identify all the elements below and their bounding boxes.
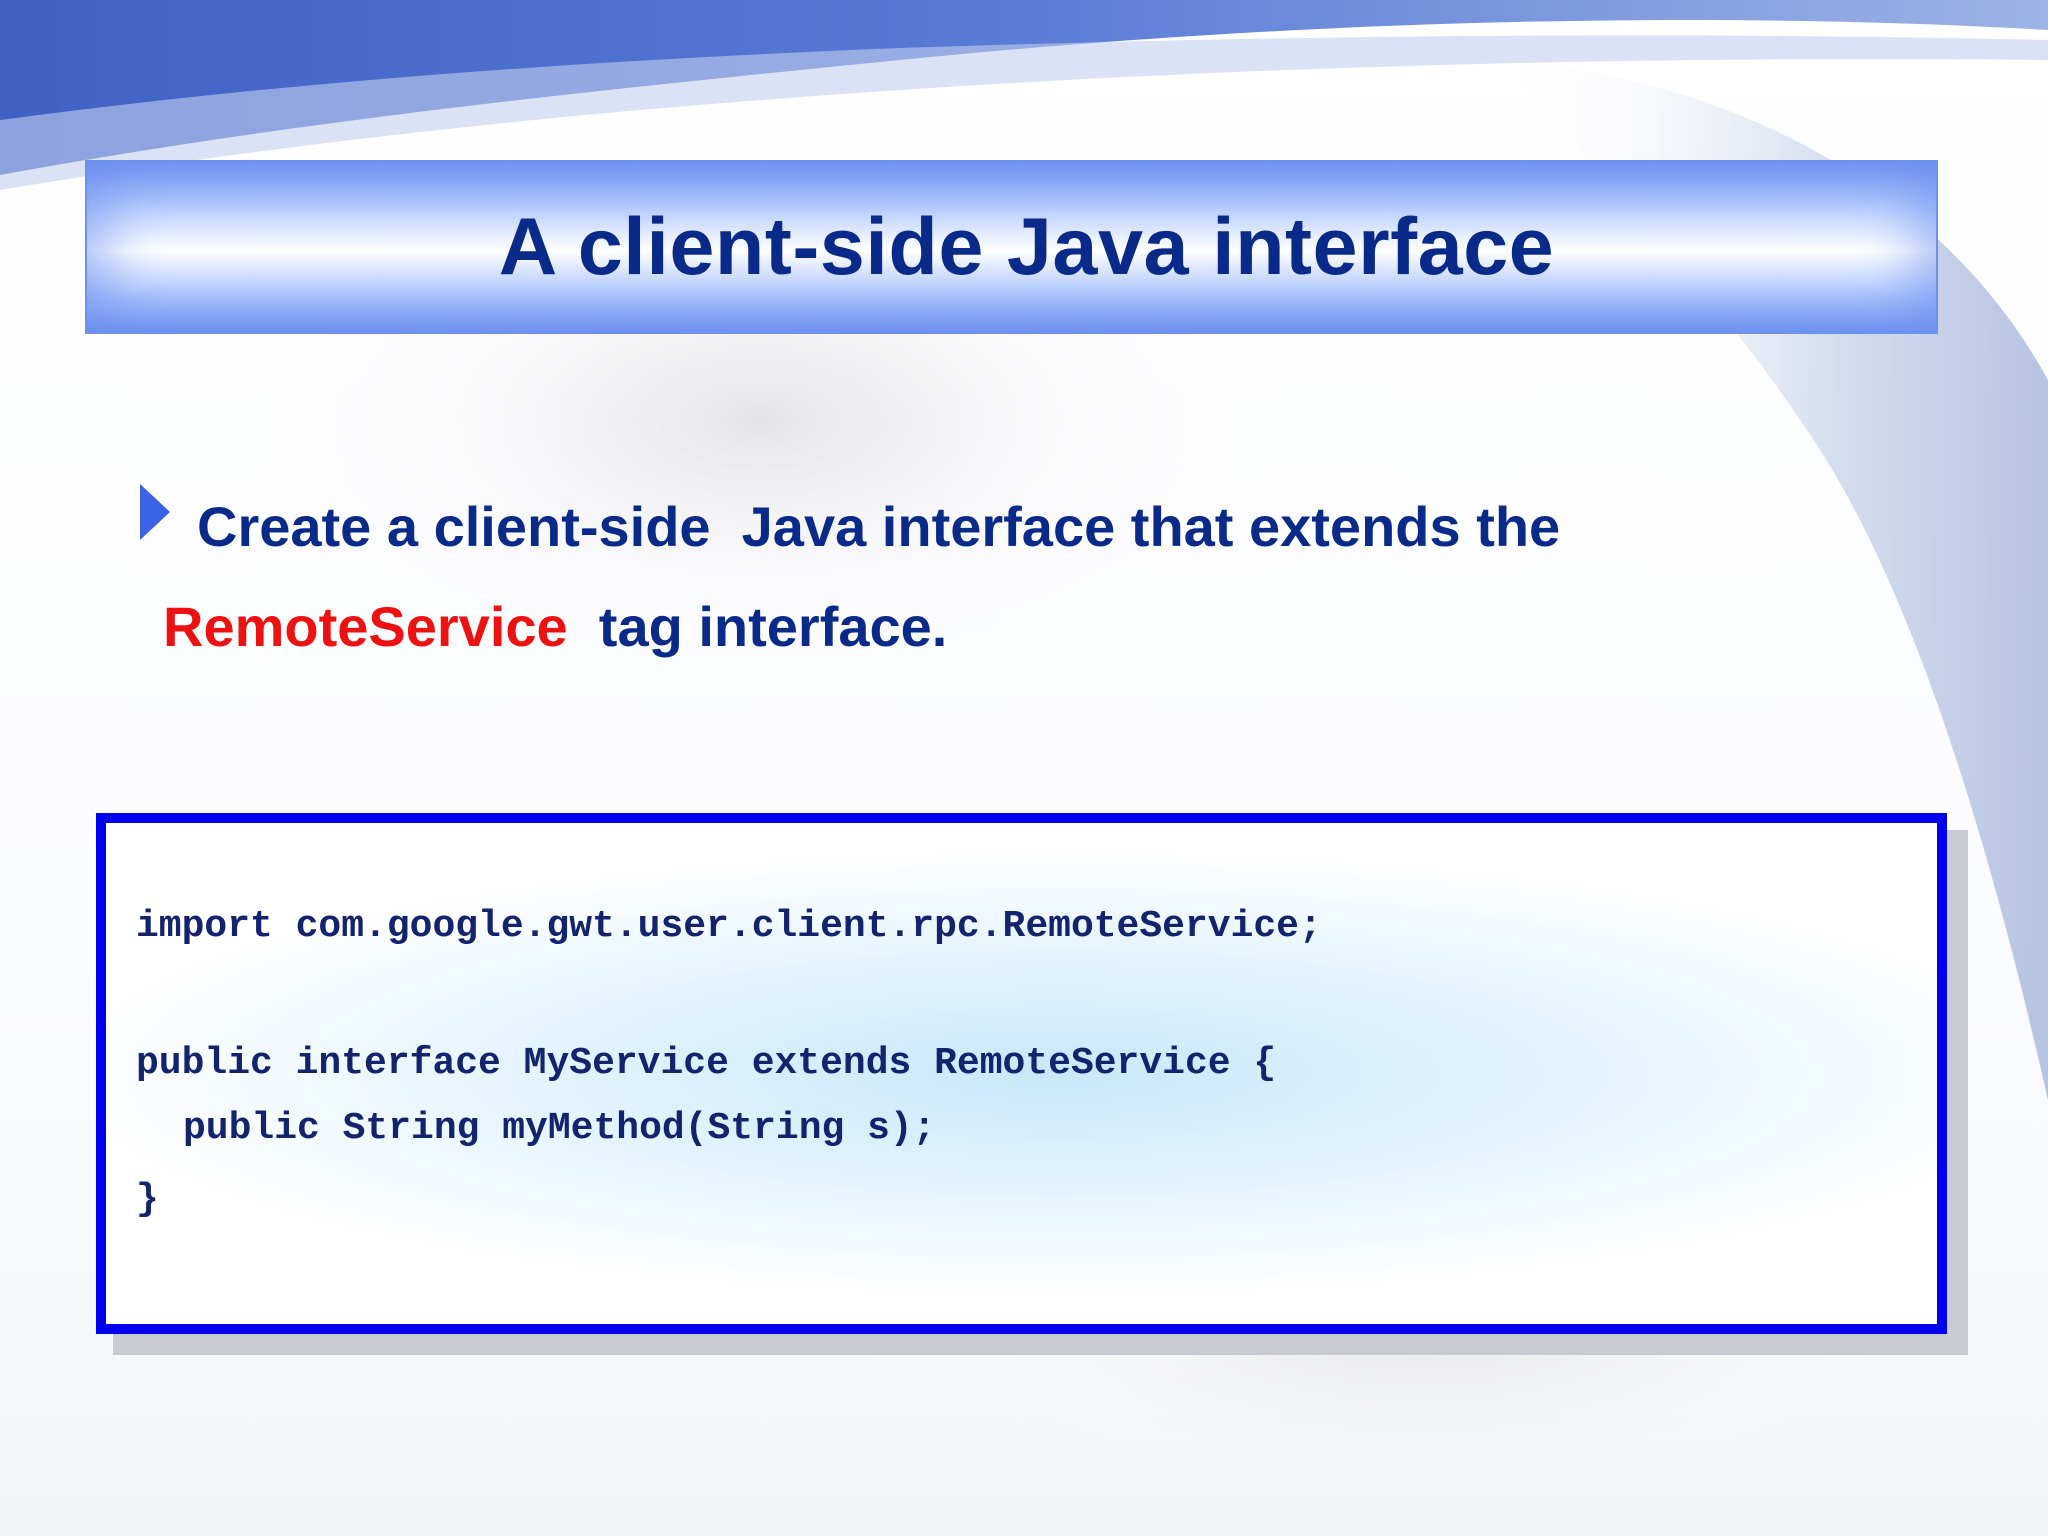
remoteservice-keyword: RemoteService [163, 595, 568, 658]
code-line-interface-declaration: public interface MyService extends Remot… [136, 1042, 1277, 1085]
code-line-method: public String myMethod(String s); [183, 1107, 936, 1150]
title-banner: A client-side Java interface [85, 160, 1938, 334]
code-line-import: import com.google.gwt.user.client.rpc.Re… [136, 905, 1322, 948]
bullet-text-line-2: RemoteService tag interface. [163, 594, 947, 659]
slide-title: A client-side Java interface [498, 201, 1555, 292]
code-box: import com.google.gwt.user.client.rpc.Re… [96, 813, 1947, 1334]
code-line-closing-brace: } [136, 1178, 159, 1221]
bullet-text-line-1: Create a client-side Java interface that… [197, 495, 1561, 558]
slide: A client-side Java interface Create a cl… [0, 0, 2048, 1536]
bullet-text-suffix: tag interface. [567, 595, 948, 658]
bullet-arrow-icon [140, 484, 170, 540]
